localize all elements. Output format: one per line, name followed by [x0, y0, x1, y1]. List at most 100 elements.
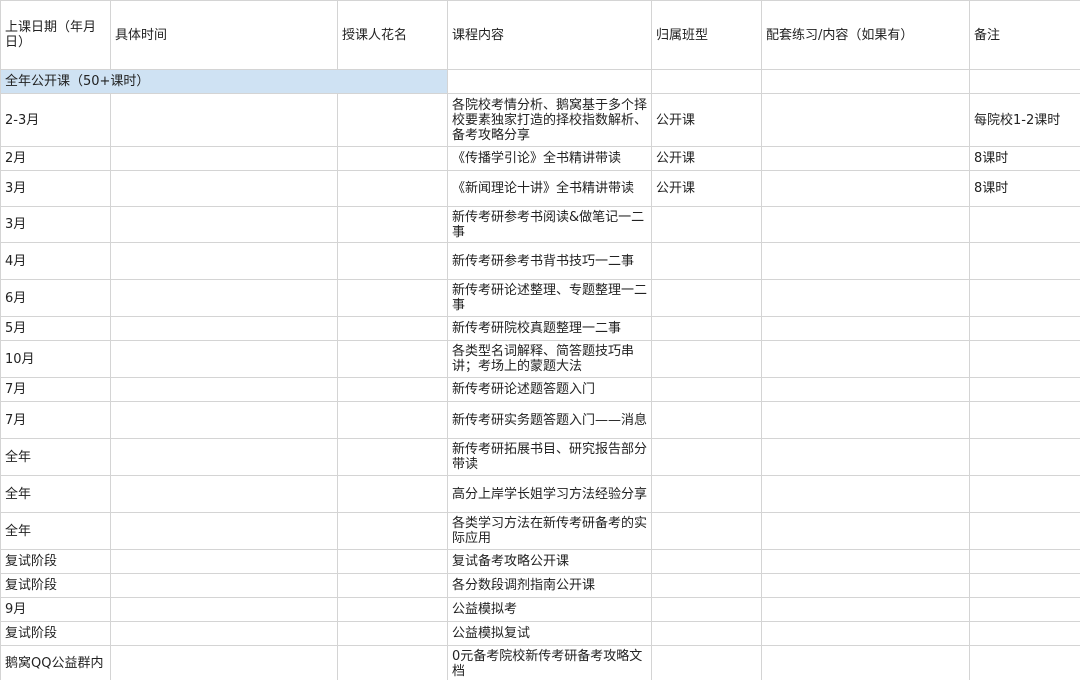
cell-content[interactable]: 新传考研参考书阅读&做笔记一二事	[447, 206, 652, 243]
cell-note[interactable]	[969, 340, 1080, 378]
cell-date[interactable]: 复试阶段	[0, 573, 111, 598]
cell-content[interactable]: 新传考研实务题答题入门——消息	[447, 401, 652, 439]
cell-time[interactable]	[110, 512, 338, 550]
cell-time[interactable]	[110, 316, 338, 341]
cell-practice[interactable]	[761, 340, 970, 378]
cell-content[interactable]: 新传考研参考书背书技巧一二事	[447, 242, 652, 280]
cell-note[interactable]	[969, 279, 1080, 317]
cell-teacher[interactable]	[337, 377, 448, 402]
cell-date[interactable]: 4月	[0, 242, 111, 280]
cell-time[interactable]	[110, 242, 338, 280]
cell-class[interactable]	[651, 438, 762, 476]
cell-note[interactable]	[969, 597, 1080, 622]
cell-time[interactable]	[110, 645, 338, 680]
cell-date[interactable]: 全年	[0, 475, 111, 513]
header-cell-note[interactable]: 备注	[969, 0, 1080, 70]
cell-practice[interactable]	[761, 573, 970, 598]
cell-time[interactable]	[110, 206, 338, 243]
cell-class[interactable]	[651, 377, 762, 402]
cell-content[interactable]: 公益模拟考	[447, 597, 652, 622]
cell-time[interactable]	[110, 401, 338, 439]
cell-note[interactable]	[969, 438, 1080, 476]
cell-class[interactable]	[651, 512, 762, 550]
cell-content[interactable]: 高分上岸学长姐学习方法经验分享	[447, 475, 652, 513]
cell-time[interactable]	[110, 377, 338, 402]
cell-class[interactable]	[651, 206, 762, 243]
cell-teacher[interactable]	[337, 573, 448, 598]
cell-date[interactable]: 6月	[0, 279, 111, 317]
cell-class[interactable]	[651, 401, 762, 439]
cell-practice[interactable]	[761, 621, 970, 646]
cell-teacher[interactable]	[337, 242, 448, 280]
cell-note[interactable]	[969, 573, 1080, 598]
cell-content[interactable]: 复试备考攻略公开课	[447, 549, 652, 574]
cell-teacher[interactable]	[337, 279, 448, 317]
cell-practice[interactable]	[761, 170, 970, 207]
section-empty-cell[interactable]	[761, 69, 970, 94]
cell-content[interactable]: 新传考研拓展书目、研究报告部分带读	[447, 438, 652, 476]
header-cell-class[interactable]: 归属班型	[651, 0, 762, 70]
cell-date[interactable]: 全年	[0, 512, 111, 550]
cell-note[interactable]	[969, 549, 1080, 574]
cell-time[interactable]	[110, 597, 338, 622]
cell-date[interactable]: 2-3月	[0, 93, 111, 147]
cell-date[interactable]: 2月	[0, 146, 111, 171]
cell-date[interactable]: 7月	[0, 401, 111, 439]
cell-note[interactable]	[969, 645, 1080, 680]
cell-teacher[interactable]	[337, 621, 448, 646]
cell-content[interactable]: 新传考研论述整理、专题整理一二事	[447, 279, 652, 317]
cell-date[interactable]: 10月	[0, 340, 111, 378]
cell-teacher[interactable]	[337, 475, 448, 513]
cell-class[interactable]: 公开课	[651, 170, 762, 207]
cell-note[interactable]	[969, 401, 1080, 439]
cell-teacher[interactable]	[337, 93, 448, 147]
cell-note[interactable]	[969, 512, 1080, 550]
cell-note[interactable]	[969, 621, 1080, 646]
cell-note[interactable]: 8课时	[969, 170, 1080, 207]
cell-date[interactable]: 3月	[0, 206, 111, 243]
cell-date[interactable]: 5月	[0, 316, 111, 341]
cell-practice[interactable]	[761, 512, 970, 550]
cell-time[interactable]	[110, 279, 338, 317]
cell-note[interactable]	[969, 475, 1080, 513]
cell-practice[interactable]	[761, 438, 970, 476]
header-cell-date[interactable]: 上课日期（年月日）	[0, 0, 111, 70]
cell-class[interactable]	[651, 316, 762, 341]
cell-date[interactable]: 7月	[0, 377, 111, 402]
section-empty-cell[interactable]	[969, 69, 1080, 94]
cell-practice[interactable]	[761, 242, 970, 280]
cell-teacher[interactable]	[337, 170, 448, 207]
header-cell-teacher[interactable]: 授课人花名	[337, 0, 448, 70]
cell-content[interactable]: 新传考研院校真题整理一二事	[447, 316, 652, 341]
section-empty-cell[interactable]	[447, 69, 652, 94]
cell-note[interactable]	[969, 206, 1080, 243]
cell-time[interactable]	[110, 549, 338, 574]
cell-note[interactable]	[969, 377, 1080, 402]
header-cell-content[interactable]: 课程内容	[447, 0, 652, 70]
cell-class[interactable]	[651, 279, 762, 317]
cell-class[interactable]	[651, 597, 762, 622]
cell-practice[interactable]	[761, 316, 970, 341]
cell-content[interactable]: 各院校考情分析、鹅窝基于多个择校要素独家打造的择校指数解析、备考攻略分享	[447, 93, 652, 147]
cell-content[interactable]: 《传播学引论》全书精讲带读	[447, 146, 652, 171]
cell-teacher[interactable]	[337, 206, 448, 243]
cell-note[interactable]: 8课时	[969, 146, 1080, 171]
cell-time[interactable]	[110, 438, 338, 476]
cell-class[interactable]	[651, 645, 762, 680]
cell-class[interactable]	[651, 475, 762, 513]
cell-content[interactable]: 《新闻理论十讲》全书精讲带读	[447, 170, 652, 207]
cell-practice[interactable]	[761, 146, 970, 171]
cell-practice[interactable]	[761, 645, 970, 680]
cell-note[interactable]: 每院校1-2课时	[969, 93, 1080, 147]
cell-content[interactable]: 新传考研论述题答题入门	[447, 377, 652, 402]
cell-practice[interactable]	[761, 206, 970, 243]
cell-practice[interactable]	[761, 549, 970, 574]
cell-content[interactable]: 公益模拟复试	[447, 621, 652, 646]
cell-class[interactable]	[651, 621, 762, 646]
cell-teacher[interactable]	[337, 146, 448, 171]
cell-time[interactable]	[110, 621, 338, 646]
cell-teacher[interactable]	[337, 340, 448, 378]
cell-class[interactable]	[651, 340, 762, 378]
cell-date[interactable]: 复试阶段	[0, 621, 111, 646]
cell-time[interactable]	[110, 170, 338, 207]
